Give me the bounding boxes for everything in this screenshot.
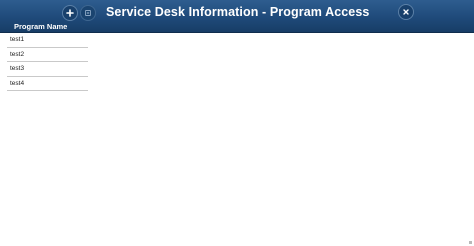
program-access-page: Service Desk Information - Program Acces… xyxy=(0,0,474,246)
program-list: test1 test2 test3 test4 xyxy=(7,33,88,91)
list-item[interactable]: test4 xyxy=(7,76,88,91)
page-title: Service Desk Information - Program Acces… xyxy=(106,5,370,19)
plus-icon xyxy=(66,9,74,17)
edit-button[interactable] xyxy=(80,5,96,21)
add-button[interactable] xyxy=(62,5,78,21)
list-item[interactable]: test1 xyxy=(7,33,88,48)
close-icon xyxy=(402,8,410,16)
list-item[interactable]: test3 xyxy=(7,62,88,77)
program-name-column-header[interactable]: Program Name xyxy=(14,22,67,31)
list-item[interactable]: test2 xyxy=(7,47,88,62)
edit-icon xyxy=(84,9,92,17)
close-button[interactable] xyxy=(398,4,414,20)
resize-grip[interactable] xyxy=(469,241,472,244)
header-bar: Service Desk Information - Program Acces… xyxy=(0,0,474,33)
